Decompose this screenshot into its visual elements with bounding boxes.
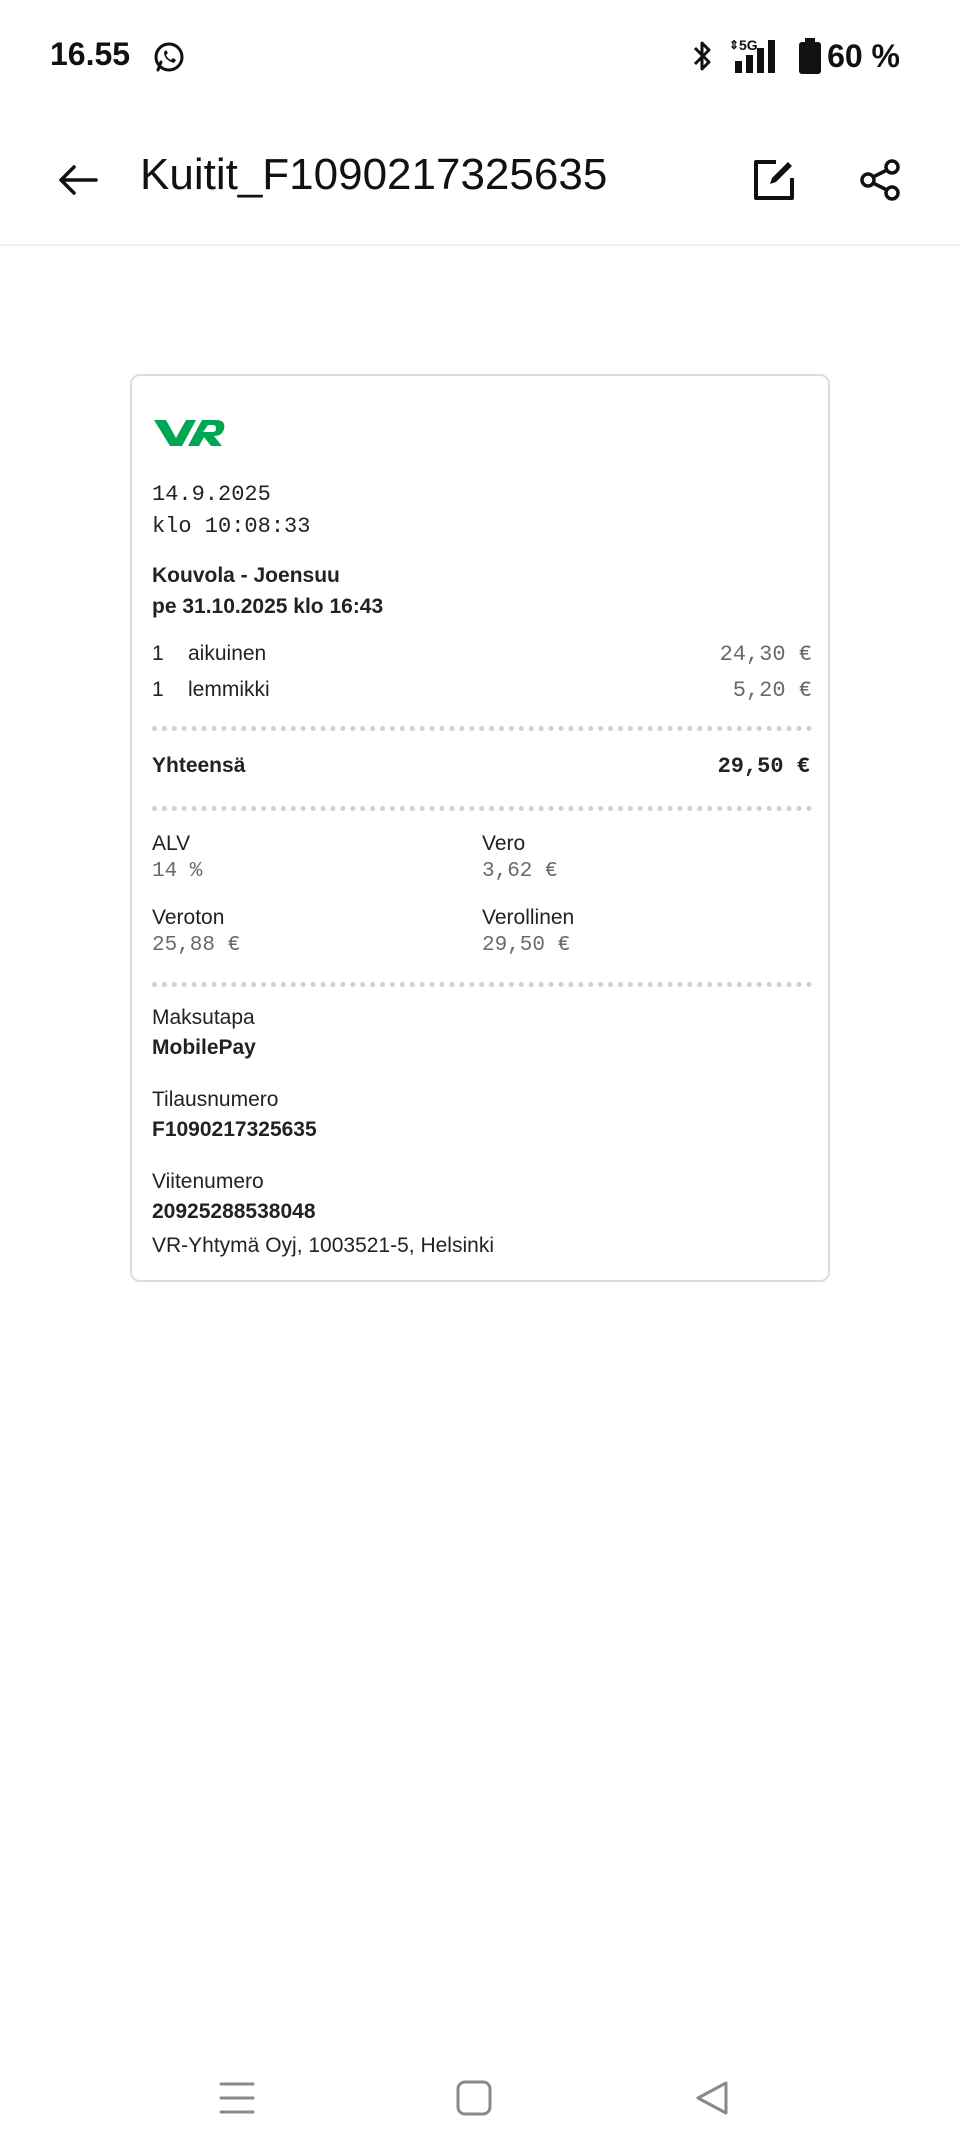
divider: [152, 982, 812, 987]
edit-button[interactable]: [746, 152, 802, 208]
total-value: 29,50 €: [717, 754, 810, 779]
receipt-time: klo 10:08:33: [152, 514, 311, 539]
back-button[interactable]: [52, 154, 104, 206]
menu-icon: [219, 2082, 255, 2114]
system-back-button[interactable]: [684, 2070, 740, 2126]
receipt-date: 14.9.2025: [152, 482, 271, 507]
veroton-label: Veroton: [152, 906, 225, 929]
departure-time: pe 31.10.2025 klo 16:43: [152, 595, 384, 618]
back-arrow-icon: [59, 165, 98, 195]
item-price: 24,30 €: [719, 642, 812, 667]
payment-method-label: Maksutapa: [152, 1006, 255, 1029]
divider: [152, 726, 812, 731]
home-icon: [456, 2080, 492, 2116]
recent-apps-button[interactable]: [209, 2070, 265, 2126]
payment-method-value: MobilePay: [152, 1036, 256, 1059]
back-icon: [696, 2081, 728, 2115]
app-bar: Kuitit_F1090217325635: [0, 116, 960, 246]
network-type-label: 5G: [739, 37, 758, 53]
status-bar: 16.55 ⇕ 5G 60 %: [0, 0, 960, 116]
veroton-value: 25,88 €: [152, 934, 241, 957]
divider: [152, 806, 812, 811]
list-item: 1 aikuinen 24,30 €: [152, 642, 812, 670]
battery-icon: [799, 38, 822, 74]
item-name: aikuinen: [188, 642, 267, 665]
reference-number-label: Viitenumero: [152, 1170, 264, 1193]
share-icon: [860, 159, 900, 201]
item-price: 5,20 €: [732, 678, 812, 703]
verollinen-value: 29,50 €: [482, 934, 571, 957]
item-quantity: 1: [152, 678, 164, 701]
item-name: lemmikki: [188, 678, 270, 701]
svg-text:⇕: ⇕: [729, 38, 739, 52]
verollinen-label: Verollinen: [482, 906, 575, 929]
signal-icon: ⇕ 5G: [729, 37, 787, 75]
page-title: Kuitit_F1090217325635: [140, 150, 608, 199]
navigation-bar: [0, 2050, 960, 2146]
alv-value: 14 %: [152, 860, 203, 883]
order-number-label: Tilausnumero: [152, 1088, 279, 1111]
item-quantity: 1: [152, 642, 164, 665]
home-button[interactable]: [446, 2070, 502, 2126]
total-label: Yhteensä: [152, 754, 246, 777]
vr-logo: [152, 416, 226, 455]
reference-number-value: 20925288538048: [152, 1200, 316, 1223]
route: Kouvola - Joensuu: [152, 564, 340, 587]
share-button[interactable]: [852, 152, 908, 208]
vero-label: Vero: [482, 832, 526, 855]
alv-label: ALV: [152, 832, 191, 855]
whatsapp-icon: [152, 40, 186, 74]
status-time: 16.55: [50, 36, 131, 72]
bluetooth-icon: [687, 38, 717, 74]
edit-icon: [754, 160, 794, 200]
order-number-value: F1090217325635: [152, 1118, 317, 1141]
battery-percentage: 60 %: [827, 37, 900, 74]
vero-value: 3,62 €: [482, 860, 558, 883]
list-item: 1 lemmikki 5,20 €: [152, 678, 812, 706]
receipt-card: 14.9.2025 klo 10:08:33 Kouvola - Joensuu…: [130, 374, 830, 1282]
company-info: VR-Yhtymä Oyj, 1003521-5, Helsinki: [152, 1234, 494, 1257]
